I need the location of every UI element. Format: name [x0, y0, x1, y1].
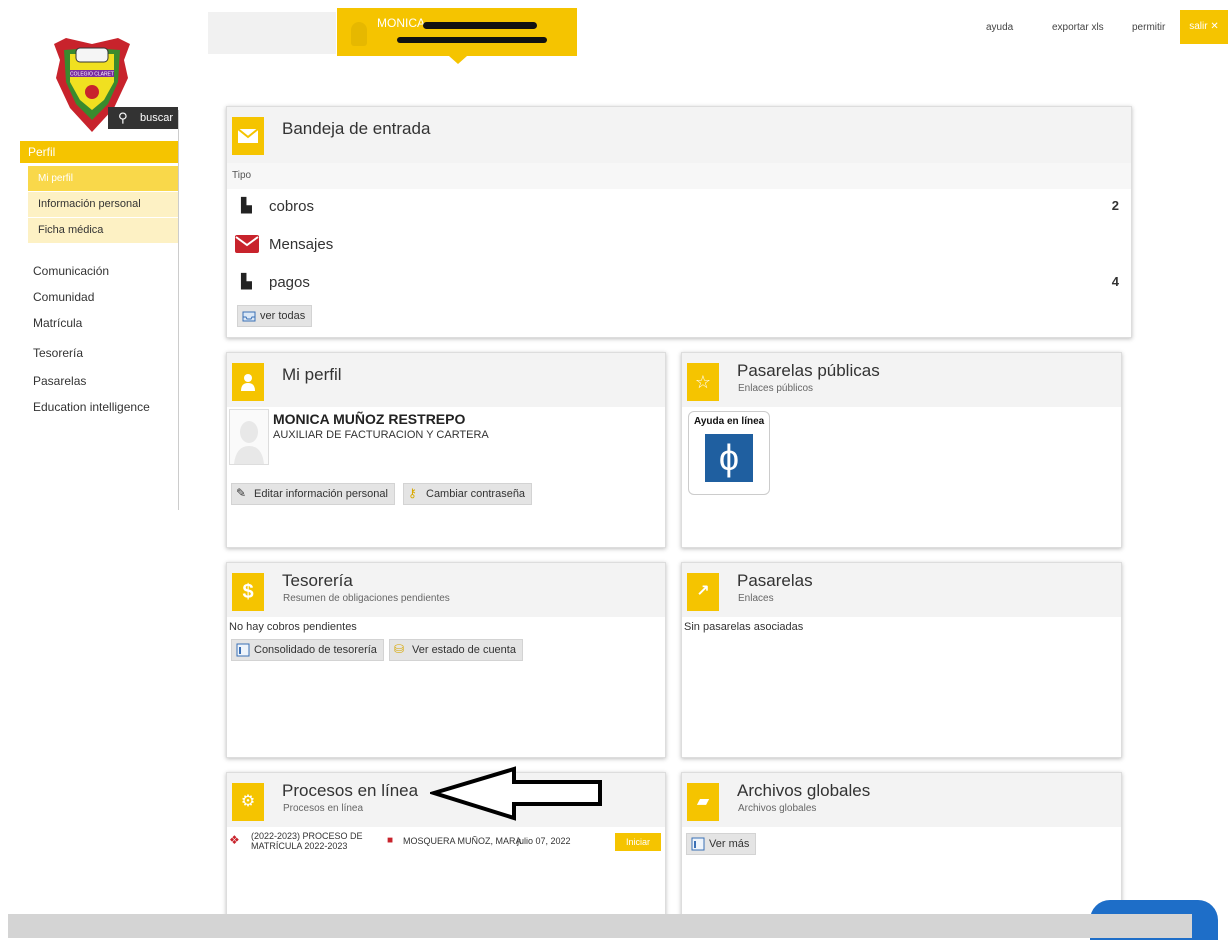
inbox-row-count: 4	[1111, 274, 1119, 289]
gateways-message: Sin pasarelas asociadas	[684, 621, 804, 633]
folder-icon: ▰	[687, 783, 719, 821]
view-more-label: Ver más	[709, 838, 750, 850]
bottom-bar	[8, 914, 1192, 938]
sidebar-item-mi-perfil[interactable]: Mi perfil	[28, 166, 178, 191]
key-icon: ⚷	[408, 486, 417, 500]
treasury-subtitle: Resumen de obligaciones pendientes	[283, 593, 450, 604]
current-user-menu[interactable]: MONICA	[337, 8, 577, 64]
redaction-mark	[397, 37, 547, 43]
inbox-row-label: Mensajes	[269, 236, 334, 253]
gateways-card: ↗ Pasarelas Enlaces Sin pasarelas asocia…	[681, 562, 1122, 758]
phi-logo-icon: ϕ	[705, 434, 753, 482]
edit-personal-info-label: Editar información personal	[254, 488, 388, 500]
close-icon: ✕	[1210, 21, 1219, 32]
envelope-icon	[232, 117, 264, 155]
start-process-button[interactable]: Iniciar	[615, 833, 661, 851]
sidebar-section-perfil[interactable]: Perfil	[20, 141, 178, 163]
treasury-message: No hay cobros pendientes	[229, 621, 357, 633]
global-files-title: Archivos globales	[737, 781, 871, 800]
sidebar-item-education-intelligence[interactable]: Education intelligence	[33, 400, 150, 414]
sidebar-item-pasarelas[interactable]: Pasarelas	[33, 374, 86, 388]
search-button[interactable]: ⚲ buscar	[108, 107, 178, 129]
inbox-card: Bandeja de entrada Tipo ▙ cobros 2 Mensa…	[226, 106, 1132, 338]
sidebar-item-matricula[interactable]: Matrícula	[33, 316, 82, 330]
change-password-button[interactable]: ⚷ Cambiar contraseña	[403, 483, 533, 505]
account-statement-button[interactable]: ⛁ Ver estado de cuenta	[389, 639, 523, 661]
profile-name: MONICA MUÑOZ RESTREPO	[273, 411, 466, 427]
export-xls-link[interactable]: exportar xls	[1052, 22, 1104, 33]
process-owner-icon: ■	[387, 835, 394, 846]
user-avatar-icon	[351, 22, 367, 46]
process-date: julio 07, 2022	[517, 836, 571, 846]
profile-photo	[229, 409, 269, 465]
inbox-row-label: pagos	[269, 274, 310, 291]
mail-icon	[235, 235, 259, 253]
user-edit-icon: ✎	[236, 486, 247, 500]
coins-icon: ⛁	[394, 642, 405, 656]
process-name: (2022-2023) PROCESO DE MATRÍCULA 2022-20…	[251, 831, 363, 851]
sidebar-item-tesoreria[interactable]: Tesorería	[33, 346, 83, 360]
report-icon	[691, 837, 705, 851]
gateways-subtitle: Enlaces	[738, 593, 774, 604]
logout-button[interactable]: salir ✕	[1180, 10, 1228, 44]
account-statement-label: Ver estado de cuenta	[412, 644, 516, 656]
inbox-row-label: cobros	[269, 198, 315, 215]
top-user-placeholder	[208, 12, 336, 54]
user-icon	[232, 363, 264, 401]
inbox-row-cobros[interactable]: ▙ cobros 2	[227, 189, 1131, 227]
online-processes-title: Procesos en línea	[282, 781, 419, 800]
sidebar-item-comunidad[interactable]: Comunidad	[33, 290, 94, 304]
process-icon: ❖	[229, 833, 240, 847]
help-link[interactable]: ayuda	[986, 22, 1013, 33]
sidebar-item-comunicacion[interactable]: Comunicación	[33, 264, 109, 278]
permit-link[interactable]: permitir	[1132, 22, 1165, 33]
global-files-card: ▰ Archivos globales Archivos globales Ve…	[681, 772, 1122, 922]
inbox-title: Bandeja de entrada	[282, 119, 431, 138]
external-link-icon: ↗	[687, 573, 719, 611]
edit-personal-info-button[interactable]: ✎ Editar información personal	[231, 483, 395, 505]
sidebar-divider	[178, 110, 179, 510]
annotation-arrow-icon	[430, 766, 602, 821]
view-all-label: ver todas	[260, 310, 306, 322]
dollar-icon: $	[232, 573, 264, 611]
inbox-row-count: 2	[1111, 198, 1119, 213]
search-label: buscar	[140, 112, 174, 124]
gears-icon: ⚙	[232, 783, 264, 821]
online-help-label: Ayuda en línea	[694, 416, 765, 427]
current-user-name: MONICA	[377, 16, 425, 30]
change-password-label: Cambiar contraseña	[426, 488, 526, 500]
treasury-consolidated-label: Consolidado de tesorería	[254, 644, 377, 656]
sidebar-item-ficha-medica[interactable]: Ficha médica	[28, 218, 178, 243]
profile-card: Mi perfil MONICA MUÑOZ RESTREPO AUXILIAR…	[226, 352, 666, 548]
document-icon: ▙	[241, 197, 252, 213]
online-processes-subtitle: Procesos en línea	[283, 803, 364, 814]
profile-title: Mi perfil	[282, 365, 342, 384]
inbox-column-header: Tipo	[232, 170, 252, 181]
treasury-consolidated-button[interactable]: Consolidado de tesorería	[231, 639, 384, 661]
process-owner: MOSQUERA MUÑOZ, MARA	[403, 836, 522, 846]
school-logo-text: COLEGIO CLARET	[70, 72, 114, 78]
view-all-button[interactable]: ver todas	[237, 305, 313, 327]
user-menu-pointer	[449, 56, 467, 64]
report-icon	[236, 643, 250, 657]
public-gateways-subtitle: Enlaces públicos	[738, 383, 814, 394]
inbox-tray-icon	[242, 311, 256, 322]
public-gateways-card: ☆ Pasarelas públicas Enlaces públicos Ay…	[681, 352, 1122, 548]
online-help-tile[interactable]: Ayuda en línea ϕ	[688, 411, 770, 495]
treasury-title: Tesorería	[282, 571, 353, 590]
inbox-row-mensajes[interactable]: Mensajes	[227, 227, 1131, 265]
view-more-button[interactable]: Ver más	[686, 833, 757, 855]
document-icon: ▙	[241, 273, 252, 289]
treasury-card: $ Tesorería Resumen de obligaciones pend…	[226, 562, 666, 758]
search-icon: ⚲	[118, 110, 128, 125]
logout-label: salir	[1189, 21, 1208, 32]
public-gateways-title: Pasarelas públicas	[737, 361, 880, 380]
inbox-row-pagos[interactable]: ▙ pagos 4	[227, 265, 1131, 303]
sidebar-item-informacion-personal[interactable]: Información personal	[28, 192, 178, 217]
gateways-title: Pasarelas	[737, 571, 813, 590]
star-icon: ☆	[687, 363, 719, 401]
global-files-subtitle: Archivos globales	[738, 803, 817, 814]
redaction-mark	[423, 22, 537, 29]
profile-role: AUXILIAR DE FACTURACION Y CARTERA	[273, 429, 489, 441]
